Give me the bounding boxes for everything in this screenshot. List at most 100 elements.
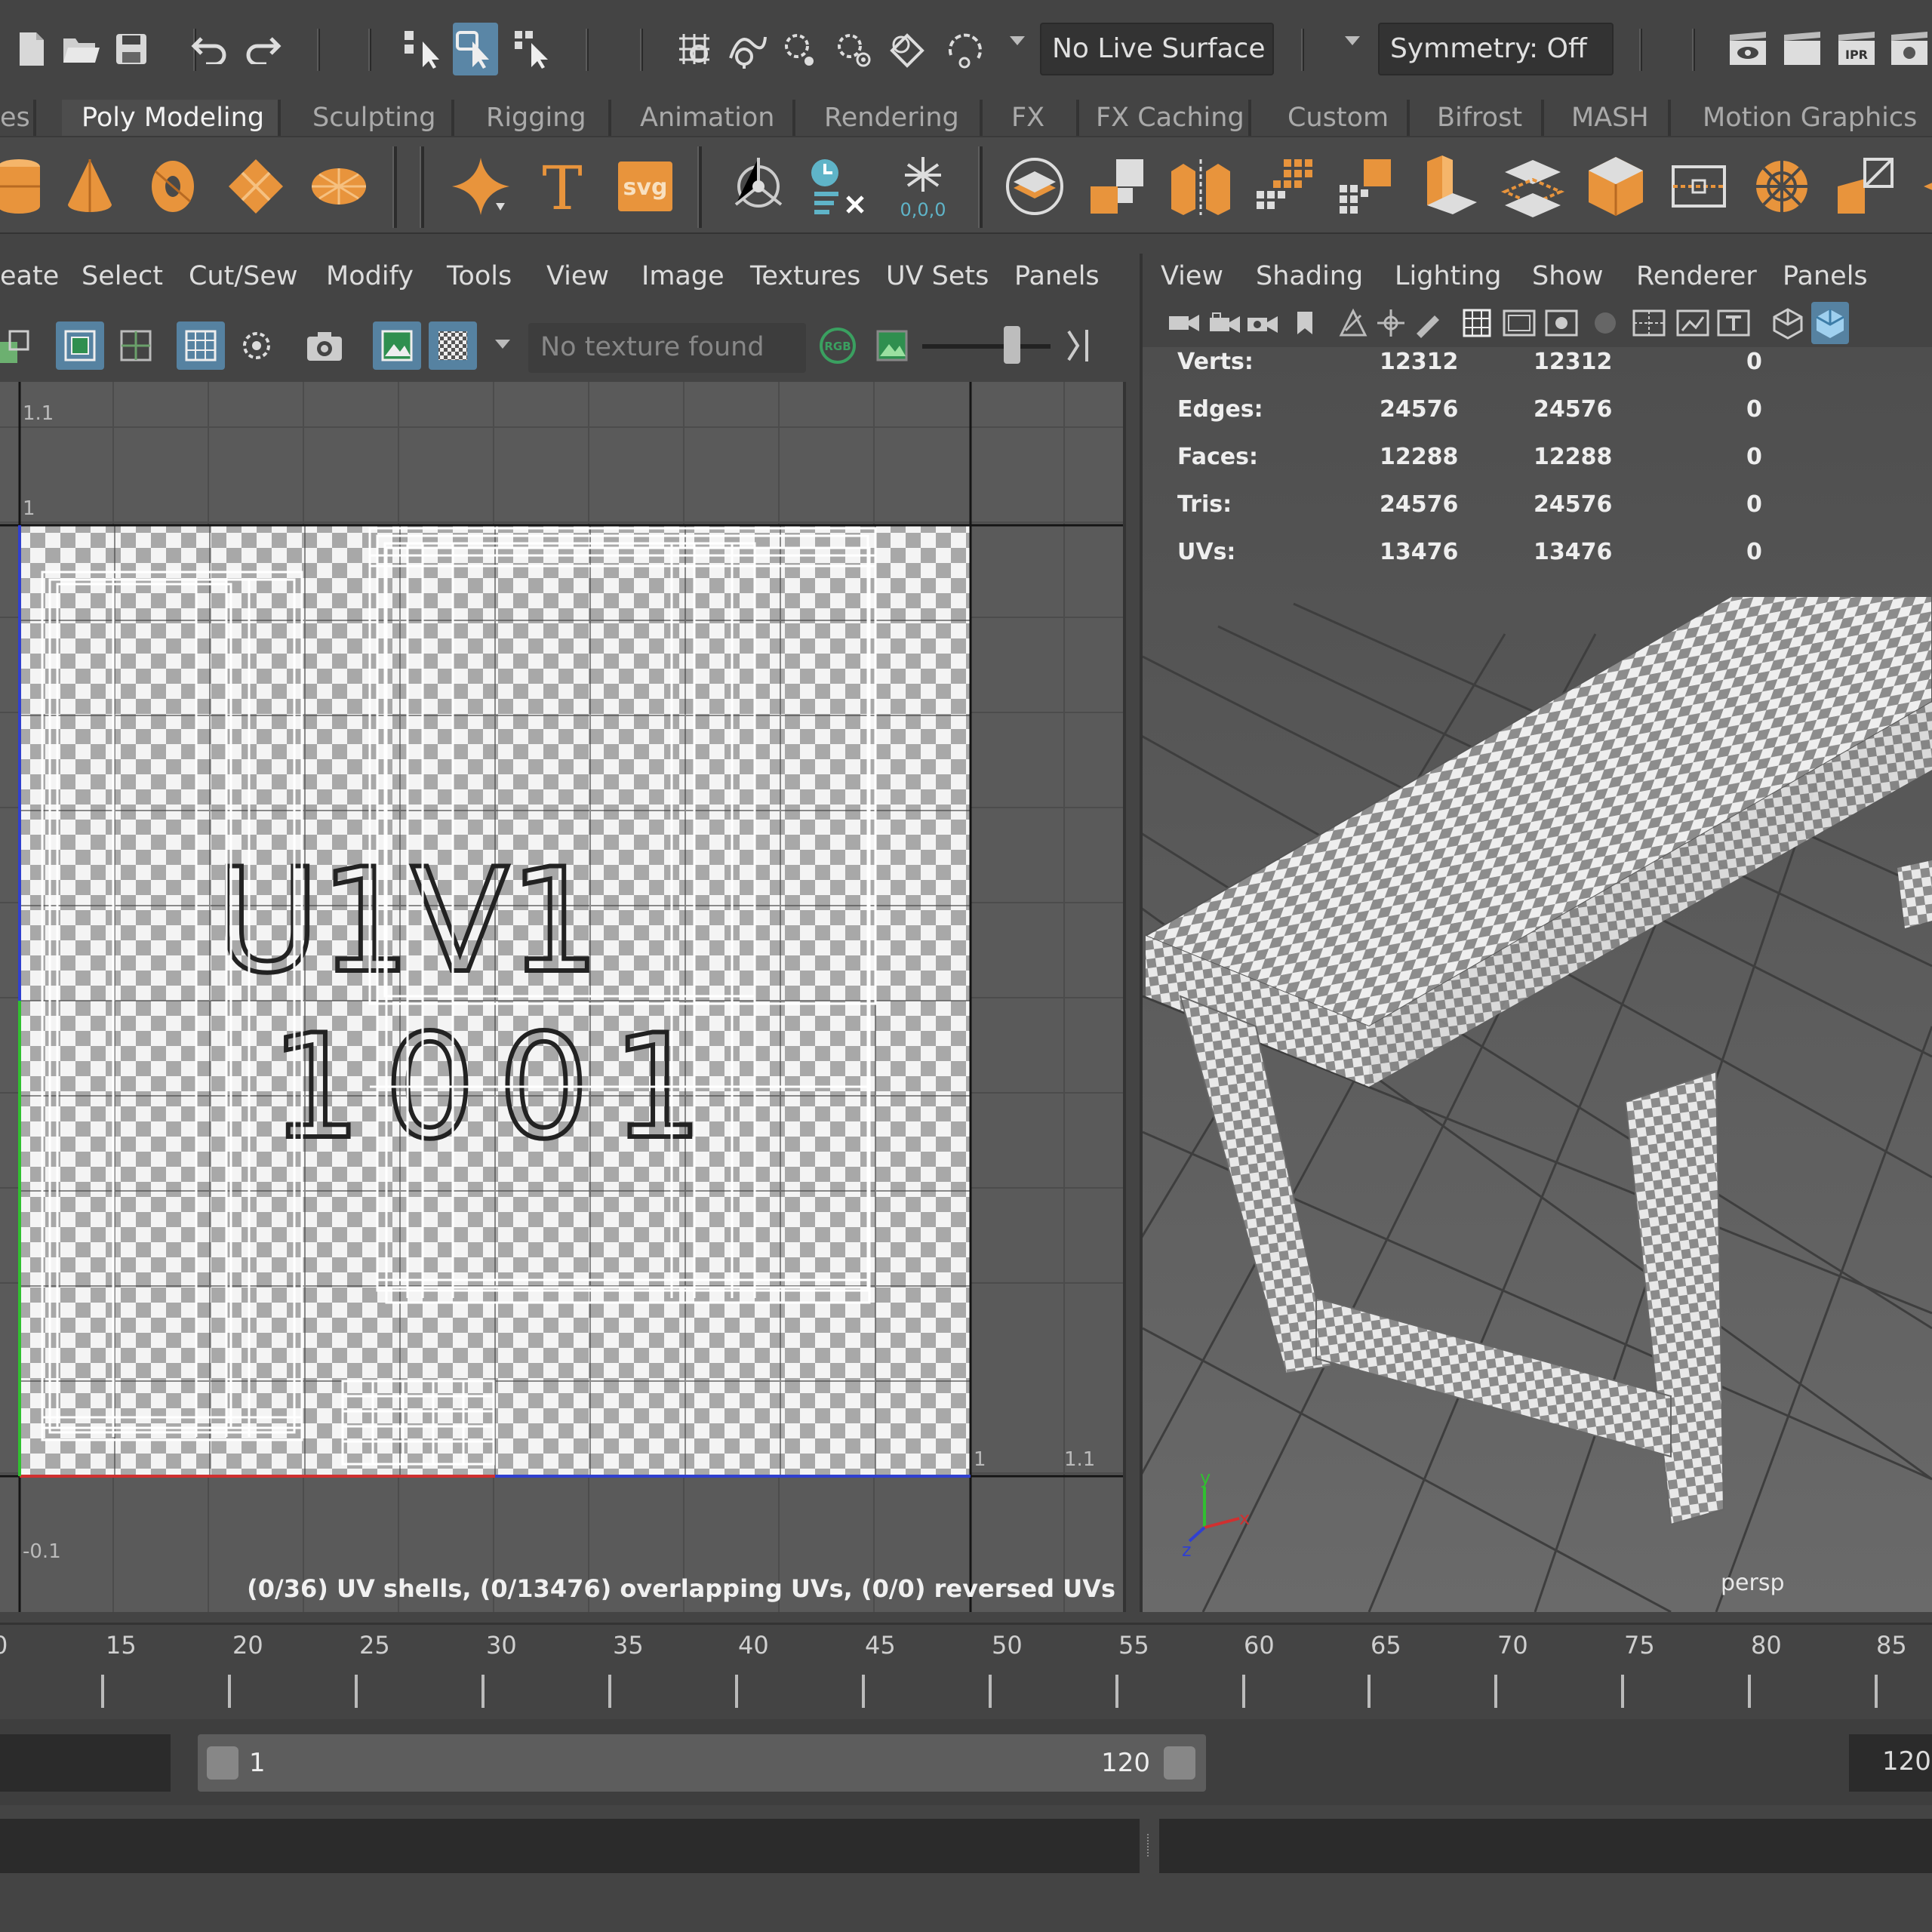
time-slider[interactable]: 0 15 20 25 30 35 40 45 50 55 60 65 70 75…: [0, 1623, 1932, 1712]
select-by-object-icon[interactable]: [453, 23, 498, 75]
shelf-tab-motion-graphics[interactable]: Motion Graphics: [1677, 100, 1932, 136]
poly-plane-icon[interactable]: [222, 152, 290, 220]
expand-toolbar-icon[interactable]: [1057, 321, 1105, 370]
uv-image-toggle-icon[interactable]: [0, 321, 38, 370]
shelf-tab-create[interactable]: es: [0, 100, 36, 136]
undo-icon[interactable]: [187, 23, 232, 75]
uv-menu-textures[interactable]: Textures: [750, 261, 860, 291]
display-checker-icon[interactable]: [429, 321, 477, 370]
uv-menu-tools[interactable]: Tools: [447, 261, 512, 291]
new-scene-icon[interactable]: [9, 23, 54, 75]
multi-cut-icon[interactable]: [1748, 152, 1816, 220]
svg-tool-icon[interactable]: svg: [611, 152, 679, 220]
viewport-menu-panels[interactable]: Panels: [1783, 261, 1868, 291]
display-image-icon[interactable]: [56, 321, 104, 370]
uv-snapshot-icon[interactable]: [300, 321, 349, 370]
gate-mask-icon[interactable]: [1586, 302, 1624, 344]
bookmark-icon[interactable]: [1286, 302, 1324, 344]
render-view-icon[interactable]: [1725, 23, 1770, 75]
range-slider[interactable]: 1 120: [198, 1734, 1206, 1792]
uv-canvas[interactable]: U1V1 1001 1.1 1 -0.1 1 1.1: [0, 382, 1126, 1612]
save-scene-icon[interactable]: [109, 23, 154, 75]
grease-pencil-icon[interactable]: [1408, 302, 1446, 344]
select-by-component-icon[interactable]: [510, 23, 555, 75]
select-by-hierarchy-icon[interactable]: [400, 23, 445, 75]
image-ratio-icon[interactable]: [868, 321, 916, 370]
image-plane-icon[interactable]: [1334, 302, 1372, 344]
shelf-tab-custom[interactable]: Custom: [1259, 100, 1410, 136]
resolution-gate-icon[interactable]: [1543, 302, 1580, 344]
viewport-menu-shading[interactable]: Shading: [1256, 261, 1363, 291]
dropdown-arrow-icon[interactable]: [1010, 36, 1025, 45]
snap-to-grid-icon[interactable]: [672, 23, 717, 75]
snap-to-point-icon[interactable]: [777, 23, 823, 75]
shelf-tab-rendering[interactable]: Rendering: [801, 100, 983, 136]
uv-menu-uv-sets[interactable]: UV Sets: [886, 261, 989, 291]
command-line-splitter[interactable]: [1147, 1834, 1152, 1857]
viewport-menu-renderer[interactable]: Renderer: [1636, 261, 1757, 291]
exposure-slider-handle[interactable]: [1004, 326, 1020, 364]
uv-menu-modify[interactable]: Modify: [326, 261, 414, 291]
symmetry-dropdown-arrow-icon[interactable]: [1345, 36, 1360, 45]
shelf-tab-animation[interactable]: Animation: [617, 100, 795, 136]
ipr-render-icon[interactable]: IPR: [1834, 23, 1879, 75]
uv-menu-select[interactable]: Select: [82, 261, 163, 291]
shelf-tab-fx[interactable]: FX: [989, 100, 1079, 136]
type-tool-icon[interactable]: T: [528, 152, 596, 220]
extrude-icon[interactable]: [1416, 152, 1484, 220]
uv-menu-image[interactable]: Image: [641, 261, 724, 291]
outliner-layer-icon[interactable]: [1001, 152, 1069, 220]
rgb-channel-icon[interactable]: RGB: [814, 321, 862, 370]
2d-pan-zoom-icon[interactable]: [1372, 302, 1410, 344]
snap-to-view-plane-icon[interactable]: [883, 23, 928, 75]
wireframe-shading-icon[interactable]: [1769, 302, 1807, 344]
target-weld-icon[interactable]: [1831, 152, 1899, 220]
range-end-handle[interactable]: [1164, 1746, 1195, 1780]
pixel-snap-icon[interactable]: [232, 321, 281, 370]
shelf-tab-bifrost[interactable]: Bifrost: [1416, 100, 1544, 136]
symmetry-field[interactable]: Symmetry: Off: [1378, 23, 1614, 75]
poly-torus-icon[interactable]: [139, 152, 207, 220]
uv-menu-cut-sew[interactable]: Cut/Sew: [189, 261, 298, 291]
render-frame-icon[interactable]: [1780, 23, 1825, 75]
start-time-field[interactable]: [0, 1734, 171, 1792]
end-time-field[interactable]: 120: [1849, 1734, 1932, 1792]
freeze-transforms-icon[interactable]: 0,0,0: [889, 152, 957, 220]
snap-to-projected-center-icon[interactable]: [830, 23, 875, 75]
shelf-tab-sculpting[interactable]: Sculpting: [287, 100, 454, 136]
toggle-grid-icon[interactable]: [177, 321, 225, 370]
open-scene-icon[interactable]: [59, 23, 104, 75]
film-gate-icon[interactable]: [1500, 302, 1538, 344]
smooth-shading-icon[interactable]: [1811, 302, 1849, 344]
viewport-menu-show[interactable]: Show: [1532, 261, 1603, 291]
uv-menu-create[interactable]: eate: [0, 261, 59, 291]
poly-disc-icon[interactable]: [305, 152, 373, 220]
field-chart-icon[interactable]: [1630, 302, 1668, 344]
insert-edge-loop-icon[interactable]: [1665, 152, 1733, 220]
bevel-icon[interactable]: [1582, 152, 1650, 220]
shelf-tab-mash[interactable]: MASH: [1550, 100, 1671, 136]
select-camera-icon[interactable]: [1165, 302, 1203, 344]
camera-attributes-icon[interactable]: [1244, 302, 1281, 344]
separate-icon[interactable]: [1167, 152, 1235, 220]
shelf-tab-rigging[interactable]: Rigging: [460, 100, 611, 136]
bridge-icon[interactable]: [1499, 152, 1567, 220]
range-start-handle[interactable]: [207, 1746, 238, 1780]
delete-history-icon[interactable]: [804, 152, 872, 220]
perspective-viewport[interactable]: y x z: [1143, 347, 1932, 1612]
viewport-menu-lighting[interactable]: Lighting: [1395, 261, 1501, 291]
shelf-tab-fx-caching[interactable]: FX Caching: [1085, 100, 1251, 136]
combine-icon[interactable]: [1084, 152, 1152, 220]
texture-field[interactable]: No texture found: [528, 323, 806, 373]
checker-options-arrow-icon[interactable]: [495, 340, 510, 349]
super-shape-icon[interactable]: [447, 152, 515, 220]
reduce-icon[interactable]: [1333, 152, 1401, 220]
command-input[interactable]: [0, 1819, 1140, 1873]
dim-image-icon[interactable]: [112, 321, 160, 370]
uv-viewport[interactable]: U1V1 1001 1.1 1 -0.1 1 1.1: [0, 382, 1126, 1612]
make-live-icon[interactable]: [943, 23, 989, 75]
camera-lock-icon[interactable]: [1206, 302, 1244, 344]
exposure-slider-track[interactable]: [922, 344, 1051, 349]
poly-cone-icon[interactable]: [56, 152, 124, 220]
render-settings-icon[interactable]: [1887, 23, 1932, 75]
